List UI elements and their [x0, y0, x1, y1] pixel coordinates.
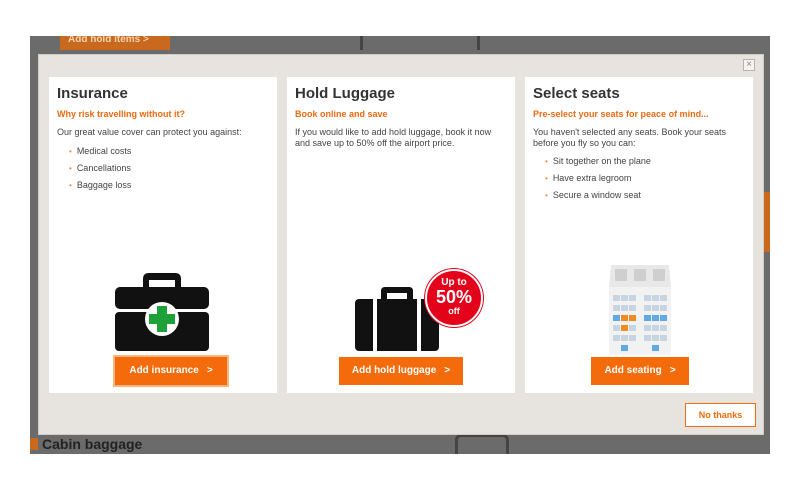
- seat-benefits-list: Sit together on the plane Have extra leg…: [545, 153, 651, 204]
- badge-value: 50%: [435, 287, 473, 307]
- chevron-right-icon: >: [206, 365, 213, 376]
- extras-modal: × Insurance Why risk travelling without …: [38, 54, 764, 435]
- badge-suffix: off: [448, 306, 460, 316]
- list-item: Secure a window seat: [545, 187, 651, 204]
- bg-add-hold-items-button: Add hold items >: [60, 36, 170, 50]
- close-button[interactable]: ×: [743, 59, 755, 71]
- card-subtitle: Pre-select your seats for peace of mind.…: [533, 109, 709, 119]
- bg-case-outline: [455, 434, 509, 454]
- card-subtitle: Why risk travelling without it?: [57, 109, 186, 119]
- list-item: Baggage loss: [69, 177, 132, 194]
- hold-luggage-card: Hold Luggage Book online and save If you…: [287, 77, 515, 393]
- list-item: Sit together on the plane: [545, 153, 651, 170]
- bg-cabin-label: Cabin baggage: [42, 436, 143, 452]
- card-title: Select seats: [533, 85, 620, 102]
- bg-orange-strip: [763, 192, 770, 252]
- chevron-right-icon: >: [444, 365, 451, 376]
- button-label: Add hold luggage: [351, 365, 437, 376]
- card-description: If you would like to add hold luggage, b…: [295, 127, 492, 148]
- insurance-card: Insurance Why risk travelling without it…: [49, 77, 277, 393]
- no-thanks-button[interactable]: No thanks: [685, 403, 756, 427]
- bg-cabin-marker: [30, 438, 38, 450]
- bg-outline-shape: [360, 36, 480, 50]
- button-label: Add insurance: [129, 365, 199, 376]
- list-item: Cancellations: [69, 160, 131, 177]
- add-insurance-button[interactable]: Add insurance >: [113, 355, 229, 387]
- insurance-benefits-list: Medical costs Cancellations Baggage loss: [69, 143, 132, 194]
- card-title: Insurance: [57, 85, 128, 102]
- seat-map-icon: [605, 265, 675, 355]
- card-subtitle: Book online and save: [295, 109, 388, 119]
- first-aid-kit-icon: [115, 273, 209, 351]
- discount-badge: Up to 50% off: [425, 269, 483, 327]
- select-seats-card: Select seats Pre-select your seats for p…: [525, 77, 753, 393]
- card-description: You haven't selected any seats. Book you…: [533, 127, 727, 148]
- chevron-right-icon: >: [669, 365, 676, 376]
- bg-cabin-baggage-heading: Cabin baggage: [30, 436, 142, 452]
- card-title: Hold Luggage: [295, 85, 395, 102]
- list-item: Have extra legroom: [545, 170, 651, 187]
- add-hold-luggage-button[interactable]: Add hold luggage >: [339, 357, 463, 385]
- button-label: Add seating: [604, 365, 662, 376]
- card-description: Our great value cover can protect you ag…: [57, 127, 242, 137]
- list-item: Medical costs: [69, 143, 132, 160]
- add-seating-button[interactable]: Add seating >: [591, 357, 689, 385]
